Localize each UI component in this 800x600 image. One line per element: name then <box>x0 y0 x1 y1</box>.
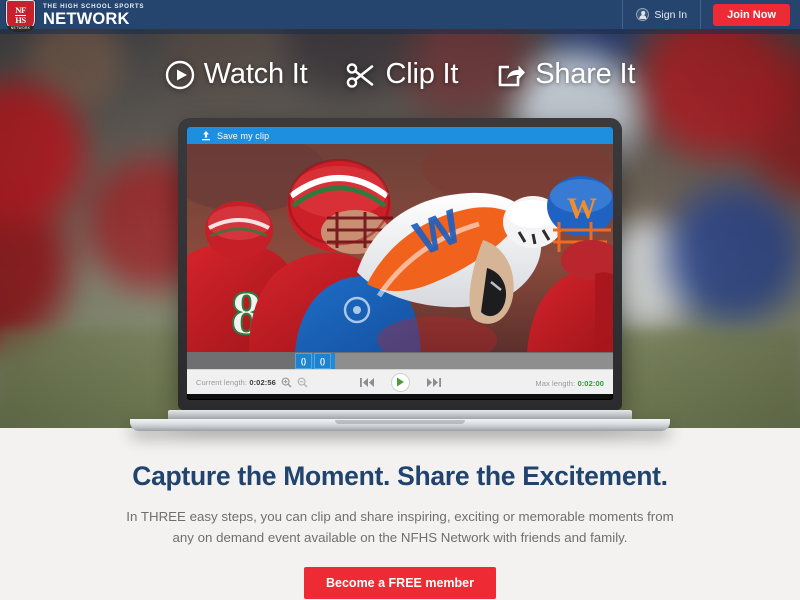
brand-logo-link[interactable]: NF HS NETWORK THE HIGH SCHOOL SPORTS NET… <box>0 0 144 31</box>
promo-paragraph-line1: In THREE easy steps, you can clip and sh… <box>126 509 644 524</box>
skip-back-icon[interactable] <box>359 377 374 388</box>
page-headline: Capture the Moment. Share the Excitement… <box>132 461 668 491</box>
clip-timeline[interactable]: () () <box>187 352 613 369</box>
laptop-hinge <box>168 410 632 419</box>
clip-handle-left[interactable]: () <box>295 353 312 369</box>
max-length-value: 0:02:00 <box>577 379 604 388</box>
sign-in-label: Sign In <box>654 8 688 21</box>
laptop-screen: Save my clip 8 W W () () Current length:… <box>187 127 613 400</box>
play-circle-icon <box>165 60 194 89</box>
brand-wordmark: THE HIGH SCHOOL SPORTS NETWORK <box>43 3 144 27</box>
save-clip-bar[interactable]: Save my clip <box>187 127 613 144</box>
step-share-it[interactable]: Share It <box>496 58 635 91</box>
logo-text-hs: HS <box>15 14 26 25</box>
user-icon <box>636 8 650 21</box>
player-controls-bar: Current length: 0:02:56 Max length: 0:02… <box>187 369 613 394</box>
share-box-icon <box>498 65 526 86</box>
svg-text:W: W <box>567 192 597 225</box>
become-free-member-button[interactable]: Become a FREE member <box>304 567 496 599</box>
nav-right-group: Sign In Join Now <box>622 0 800 29</box>
max-length-group: Max length: 0:02:00 <box>535 373 604 391</box>
video-frame-image: 8 W W <box>187 144 613 352</box>
promo-paragraph: In THREE easy steps, you can clip and sh… <box>120 506 680 548</box>
max-length-label: Max length: <box>535 379 576 388</box>
magnifier-plus-icon[interactable] <box>281 377 292 388</box>
laptop-base <box>130 419 670 431</box>
current-length-readout: Current length: 0:02:56 <box>196 378 276 387</box>
timeline-elapsed <box>187 353 295 369</box>
laptop-mockup: Save my clip 8 W W () () Current length:… <box>130 118 670 431</box>
join-now-button[interactable]: Join Now <box>713 3 790 26</box>
save-clip-label: Save my clip <box>217 130 270 141</box>
play-icon <box>396 377 404 387</box>
top-navigation-bar: NF HS NETWORK THE HIGH SCHOOL SPORTS NET… <box>0 0 800 31</box>
step-clip-it-label: Clip It <box>385 58 459 90</box>
upload-icon <box>202 131 210 141</box>
logo-text-nf: NF <box>15 5 26 15</box>
current-length-label: Current length: <box>196 377 248 387</box>
step-clip-it[interactable]: Clip It <box>345 58 458 91</box>
play-button[interactable] <box>390 372 410 392</box>
magnifier-minus-icon[interactable] <box>297 377 308 388</box>
topbar-shadow-strip <box>0 29 800 34</box>
sign-in-button[interactable]: Sign In <box>623 0 700 29</box>
current-length-group: Current length: 0:02:56 <box>196 377 308 388</box>
three-steps-row: Watch It Clip It Share It <box>0 58 800 91</box>
step-share-it-label: Share It <box>535 58 636 90</box>
step-watch-it[interactable]: Watch It <box>165 58 308 91</box>
scissors-icon <box>347 62 374 88</box>
skip-forward-icon[interactable] <box>426 377 441 388</box>
nav-divider-right <box>700 0 702 29</box>
video-viewport[interactable]: 8 W W <box>187 144 613 352</box>
step-watch-it-label: Watch It <box>203 58 308 90</box>
laptop-lid: Save my clip 8 W W () () Current length:… <box>178 118 622 410</box>
promo-section: Capture the Moment. Share the Excitement… <box>0 428 800 600</box>
clip-handle-right[interactable]: () <box>314 353 331 369</box>
logo-text-network: NETWORK <box>7 26 34 31</box>
max-length-readout: Max length: 0:02:00 <box>535 379 604 388</box>
brand-name: NETWORK <box>43 9 130 28</box>
current-length-value: 0:02:56 <box>249 377 276 387</box>
nfhs-shield-icon: NF HS NETWORK <box>6 0 35 31</box>
